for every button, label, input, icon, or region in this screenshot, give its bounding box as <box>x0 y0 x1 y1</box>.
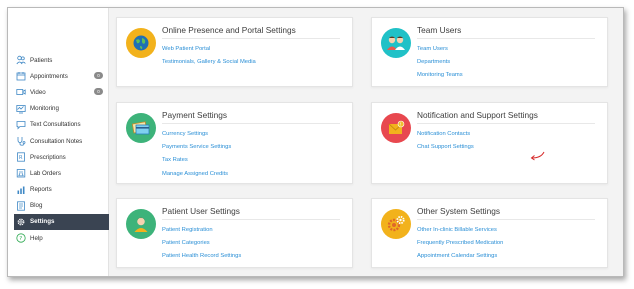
sidebar-item-patients[interactable]: Patients <box>14 52 109 68</box>
sidebar-item-blog[interactable]: Blog <box>14 198 109 214</box>
sidebar-item-video[interactable]: Video 0 <box>14 84 109 100</box>
svg-text:!: ! <box>400 122 402 128</box>
sidebar-item-label: Reports <box>30 186 52 194</box>
sidebar-item-label: Text Consultations <box>30 121 81 129</box>
sidebar-nav: Patients Appointments 0 Video 0 Monitori… <box>14 52 109 246</box>
divider <box>162 38 340 39</box>
team-users-card: Team Users Team Users Departments Monito… <box>371 17 608 87</box>
flask-icon <box>16 168 26 178</box>
payment-icon <box>126 113 156 143</box>
divider <box>162 219 340 220</box>
sidebar: Patients Appointments 0 Video 0 Monitori… <box>8 8 109 276</box>
team-users-icon <box>381 28 411 58</box>
sidebar-item-label: Prescriptions <box>30 153 66 161</box>
sidebar-item-appointments[interactable]: Appointments 0 <box>14 68 109 84</box>
stethoscope-icon <box>16 136 26 146</box>
sidebar-item-help[interactable]: ? Help <box>14 230 109 246</box>
help-icon: ? <box>16 233 26 243</box>
app-window: Patients Appointments 0 Video 0 Monitori… <box>7 7 624 277</box>
reports-icon <box>16 185 26 195</box>
sidebar-item-settings[interactable]: Settings <box>14 213 109 231</box>
patients-icon <box>16 55 26 65</box>
prescription-icon: R <box>16 152 26 162</box>
card-title: Other System Settings <box>417 206 501 216</box>
patient-user-icon <box>126 209 156 239</box>
card-title: Online Presence and Portal Settings <box>162 25 296 35</box>
sidebar-item-text-consultations[interactable]: Text Consultations <box>14 117 109 133</box>
sidebar-item-label: Help <box>30 234 43 242</box>
monitoring-teams-link[interactable]: Monitoring Teams <box>417 71 463 84</box>
blog-icon <box>16 201 26 211</box>
sidebar-item-label: Lab Orders <box>30 169 61 177</box>
svg-text:R: R <box>19 155 23 161</box>
divider <box>417 123 595 124</box>
divider <box>417 219 595 220</box>
monitoring-icon <box>16 104 26 114</box>
gear-icon <box>16 217 26 227</box>
team-users-link[interactable]: Team Users <box>417 45 463 58</box>
notification-icon: ! <box>381 113 411 143</box>
chat-support-settings-link[interactable]: Chat Support Settings <box>417 143 474 156</box>
sidebar-item-consultation-notes[interactable]: Consultation Notes <box>14 133 109 149</box>
notification-support-card: ! Notification and Support Settings Noti… <box>371 102 608 184</box>
sidebar-item-label: Monitoring <box>30 105 59 113</box>
payment-settings-card: Payment Settings Currency Settings Payme… <box>116 102 353 184</box>
other-in-clinic-billable-services-link[interactable]: Other In-clinic Billable Services <box>417 226 503 239</box>
patient-health-record-settings-link[interactable]: Patient Health Record Settings <box>162 252 241 265</box>
card-title: Team Users <box>417 25 462 35</box>
other-system-settings-card: Other System Settings Other In-clinic Bi… <box>371 198 608 268</box>
manage-assigned-credits-link[interactable]: Manage Assigned Credits <box>162 170 231 183</box>
divider <box>162 123 340 124</box>
gears-icon <box>381 209 411 239</box>
testimonials-gallery-social-link[interactable]: Testimonials, Gallery & Social Media <box>162 58 256 71</box>
frequently-prescribed-medication-link[interactable]: Frequently Prescribed Medication <box>417 239 503 252</box>
count-badge: 0 <box>94 88 103 96</box>
sidebar-item-prescriptions[interactable]: R Prescriptions <box>14 149 109 165</box>
sidebar-item-reports[interactable]: Reports <box>14 182 109 198</box>
payments-service-settings-link[interactable]: Payments Service Settings <box>162 143 231 156</box>
tax-rates-link[interactable]: Tax Rates <box>162 156 231 169</box>
svg-text:?: ? <box>19 236 22 242</box>
annotation-arrow-icon <box>530 151 545 161</box>
sidebar-item-label: Blog <box>30 202 43 210</box>
calendar-icon <box>16 71 26 81</box>
sidebar-item-label: Consultation Notes <box>30 137 83 145</box>
notification-contacts-link[interactable]: Notification Contacts <box>417 130 474 143</box>
globe-icon <box>126 28 156 58</box>
appointment-calendar-settings-link[interactable]: Appointment Calendar Settings <box>417 252 503 265</box>
divider <box>417 38 595 39</box>
chat-icon <box>16 120 26 130</box>
count-badge: 0 <box>94 72 103 80</box>
sidebar-item-lab-orders[interactable]: Lab Orders <box>14 165 109 181</box>
sidebar-item-label: Video <box>30 88 46 96</box>
patient-user-settings-card: Patient User Settings Patient Registrati… <box>116 198 353 268</box>
online-presence-card: Online Presence and Portal Settings Web … <box>116 17 353 87</box>
patient-categories-link[interactable]: Patient Categories <box>162 239 241 252</box>
card-title: Patient User Settings <box>162 206 240 216</box>
departments-link[interactable]: Departments <box>417 58 463 71</box>
video-icon <box>16 87 26 97</box>
card-title: Payment Settings <box>162 110 228 120</box>
sidebar-item-label: Settings <box>30 218 55 226</box>
card-title: Notification and Support Settings <box>417 110 538 120</box>
sidebar-item-monitoring[interactable]: Monitoring <box>14 101 109 117</box>
patient-registration-link[interactable]: Patient Registration <box>162 226 241 239</box>
sidebar-item-label: Appointments <box>30 72 68 80</box>
currency-settings-link[interactable]: Currency Settings <box>162 130 231 143</box>
sidebar-item-label: Patients <box>30 56 53 64</box>
web-patient-portal-link[interactable]: Web Patient Portal <box>162 45 256 58</box>
